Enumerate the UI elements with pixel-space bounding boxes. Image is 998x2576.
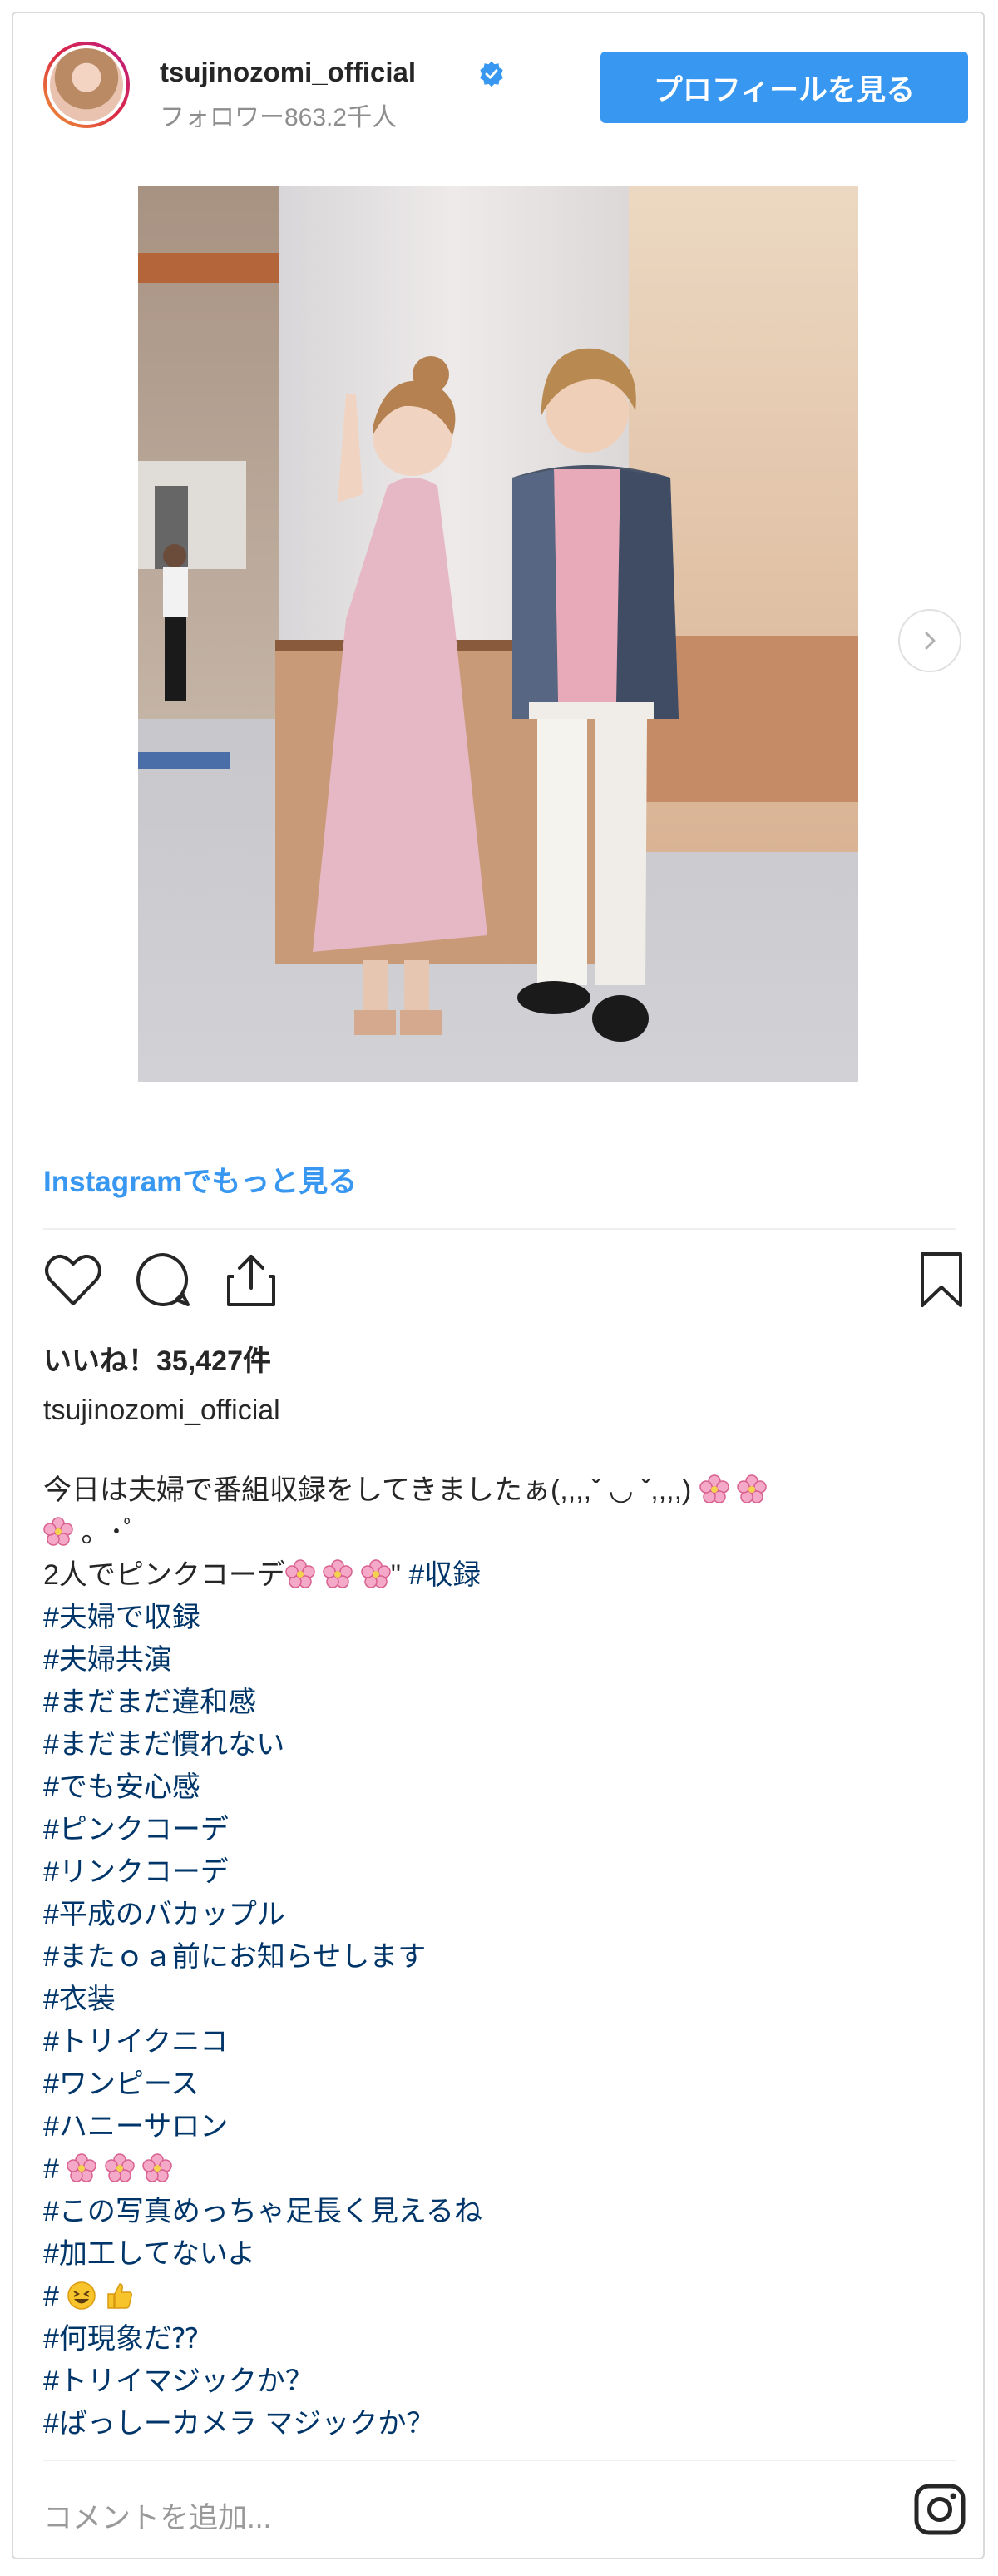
flower-emoji-icon <box>361 1559 391 1588</box>
hashtag-link[interactable]: # <box>43 2148 958 2191</box>
flower-emoji-icon <box>323 1559 353 1588</box>
caption-text: " <box>390 1559 401 1591</box>
post-header: tsujinozomi_official フォロワー863.2千人 プロフィール… <box>13 13 983 146</box>
hashtag-link[interactable]: #この写真めっちゃ足長く見えるね <box>43 2191 958 2233</box>
follower-count: フォロワー863.2千人 <box>160 104 398 131</box>
next-arrow-icon <box>925 632 936 650</box>
hashtag-link[interactable]: #まだまだ慣れない <box>43 1724 958 1766</box>
comment-icon <box>136 1253 190 1306</box>
flower-emoji-icon <box>142 2153 173 2182</box>
share-icon <box>227 1255 275 1306</box>
hashtag-link[interactable]: #でも安心感 <box>43 1766 958 1809</box>
avatar[interactable] <box>43 42 130 128</box>
next-image-button[interactable] <box>898 609 961 672</box>
flower-emoji-icon <box>43 1517 73 1546</box>
thumbs-up-icon <box>107 2283 132 2309</box>
like-count[interactable]: いいね！35,427件 <box>43 1338 271 1379</box>
hashtag-link[interactable]: #またｏａ前にお知らせします <box>43 1936 958 1979</box>
add-comment-input[interactable]: コメントを追加... <box>43 2494 271 2537</box>
heart-icon <box>45 1254 101 1305</box>
hashtag-link[interactable]: #衣装 <box>43 1979 958 2021</box>
bookmark-icon <box>921 1252 962 1307</box>
caption-text: 。･ﾟ <box>81 1517 138 1548</box>
flower-emoji-icon <box>737 1474 768 1503</box>
like-button[interactable] <box>43 1250 103 1310</box>
hashtag-symbol: # <box>43 2281 59 2312</box>
bookmark-button[interactable] <box>912 1250 971 1310</box>
post-author[interactable]: tsujinozomi_official <box>43 1395 280 1427</box>
hashtag-link[interactable]: #ハニーサロン <box>43 2106 958 2148</box>
username[interactable]: tsujinozomi_official <box>160 57 416 88</box>
hashtag-link[interactable]: #夫婦で収録 <box>43 1597 958 1639</box>
caption-line: 。･ﾟ <box>43 1512 958 1554</box>
comment-button[interactable] <box>133 1250 193 1310</box>
caption-line: 今日は夫婦で番組収録をしてきましたぁ(,,,,ˇ ◡ ˇ,,,,) <box>43 1469 958 1512</box>
hashtag-link[interactable]: #ばっしーカメラ マジックか？ <box>43 2403 958 2445</box>
flower-emoji-icon <box>699 1474 729 1503</box>
view-profile-button[interactable]: プロフィールを見る <box>600 52 968 123</box>
hashtag-link[interactable]: #リンクコーデ <box>43 1851 958 1894</box>
post-photo[interactable] <box>138 186 858 1082</box>
divider <box>43 1228 956 1230</box>
caption-text: 今日は夫婦で番組収録をしてきましたぁ(,,,,ˇ ◡ ˇ,,,,) <box>43 1474 692 1506</box>
hashtag-symbol: # <box>43 2153 59 2185</box>
flower-emoji-icon <box>285 1559 315 1588</box>
hashtag-link[interactable]: #まだまだ違和感 <box>43 1682 958 1724</box>
flower-emoji-icon <box>105 2153 135 2182</box>
divider <box>43 2460 956 2461</box>
caption-line: 2人でピンクコーデ " #収録 <box>43 1554 958 1597</box>
hashtag-link[interactable]: #夫婦共演 <box>43 1639 958 1682</box>
hashtag-link[interactable]: # <box>43 2276 958 2318</box>
verified-badge-icon <box>480 61 503 87</box>
see-more-on-instagram-link[interactable]: Instagramでもっと見る <box>43 1158 357 1201</box>
post-caption: 今日は夫婦で番組収録をしてきましたぁ(,,,,ˇ ◡ ˇ,,,,) 。･ﾟ 2人… <box>43 1469 958 2445</box>
hashtag-link[interactable]: #平成のバカップル <box>43 1894 958 1936</box>
flower-emoji-icon <box>67 2153 97 2182</box>
instagram-embed-card: tsujinozomi_official フォロワー863.2千人 プロフィール… <box>12 12 985 2559</box>
hashtag-link[interactable]: #トリイマジックか？ <box>43 2361 958 2403</box>
hashtag-link[interactable]: #収録 <box>408 1559 481 1591</box>
hashtag-link[interactable]: #加工してないよ <box>43 2233 958 2276</box>
instagram-logo-icon <box>914 2484 966 2535</box>
share-button[interactable] <box>221 1250 281 1310</box>
caption-text: 2人でピンクコーデ <box>43 1559 285 1591</box>
hashtag-link[interactable]: #ピンクコーデ <box>43 1809 958 1851</box>
instagram-logo-link[interactable] <box>910 2479 970 2539</box>
hashtag-link[interactable]: #トリイクニコ <box>43 2021 958 2063</box>
laugh-emoji-icon <box>67 2281 96 2310</box>
hashtag-link[interactable]: #何現象だ⁇ <box>43 2318 958 2361</box>
hashtag-link[interactable]: #ワンピース <box>43 2063 958 2106</box>
